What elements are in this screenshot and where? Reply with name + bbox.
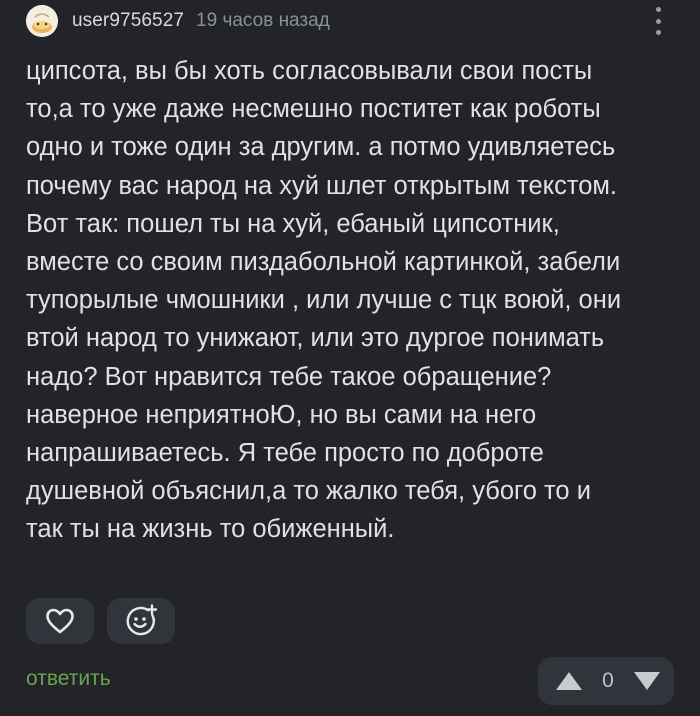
comment-header: user9756527 19 часов назад bbox=[26, 3, 330, 39]
comment-line: напрашиваетесь. Я тебе просто по доброте bbox=[26, 439, 544, 468]
more-vertical-icon-dot bbox=[655, 18, 661, 24]
comment-line: одно и тоже один за другим. а потмо удив… bbox=[26, 133, 616, 162]
comment-line: так ты на жизнь то обиженный. bbox=[26, 515, 395, 544]
add-emoji-icon bbox=[126, 604, 158, 636]
more-vertical-icon-dot bbox=[655, 7, 661, 12]
comment-line: то,а то уже даже несмешно поститет как р… bbox=[26, 95, 601, 124]
vote-count: 0 bbox=[602, 669, 614, 692]
more-options-button[interactable] bbox=[646, 7, 670, 35]
comment-card: user9756527 19 часов назад ципсота, вы б… bbox=[0, 0, 700, 716]
comment-line: душевной объяснил,а то жалко тебя, убого… bbox=[26, 477, 591, 506]
comment-line: тупорылые чмошники , или лучше с тцк вою… bbox=[26, 286, 622, 315]
comment-line: наверное неприятноЮ, но вы сами на него bbox=[26, 400, 537, 429]
avatar-image-icon bbox=[26, 5, 58, 37]
reply-link[interactable]: ответить bbox=[26, 667, 111, 691]
comment-line: почему вас народ на хуй шлет открытым те… bbox=[26, 171, 618, 200]
downvote-button[interactable] bbox=[632, 670, 662, 692]
add-reaction-button[interactable] bbox=[107, 598, 175, 644]
heart-icon bbox=[46, 608, 74, 634]
vote-control: 0 bbox=[538, 657, 674, 705]
comment-line: втой народ то унижают, или это дургое по… bbox=[26, 324, 605, 353]
comment-line: вместе со своим пиздабольной картинкой, … bbox=[26, 248, 621, 277]
comment-line: надо? Вот нравится тебе такое обращение? bbox=[26, 362, 552, 391]
avatar[interactable] bbox=[26, 5, 58, 37]
upvote-button[interactable] bbox=[554, 670, 584, 692]
arrow-up-icon bbox=[556, 672, 582, 690]
comment-timestamp: 19 часов назад bbox=[196, 10, 330, 31]
like-button[interactable] bbox=[26, 598, 94, 644]
username-link[interactable]: user9756527 bbox=[72, 10, 184, 32]
more-vertical-icon-dot bbox=[655, 30, 661, 35]
comment-line: ципсота, вы бы хоть согласовывали свои п… bbox=[26, 57, 593, 85]
comment-line: Вот так: пошел ты на хуй, ебаный ципсотн… bbox=[26, 209, 560, 238]
arrow-down-icon bbox=[634, 672, 660, 690]
comment-body: ципсота, вы бы хоть согласовывали свои п… bbox=[26, 52, 676, 549]
